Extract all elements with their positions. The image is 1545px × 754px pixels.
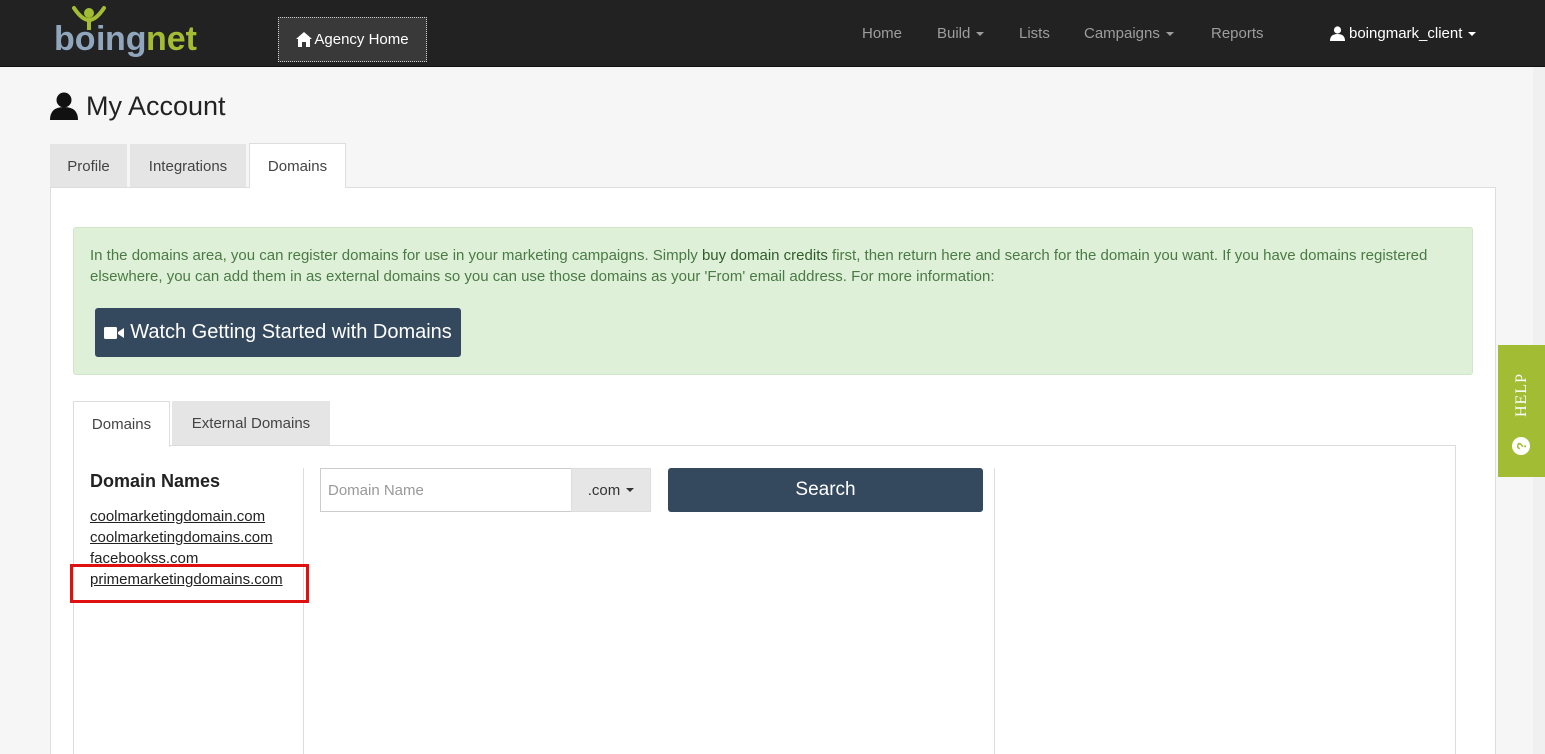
svg-text:ng: ng [105, 20, 147, 58]
alert-text-start: In the domains area, you can register do… [90, 247, 702, 264]
caret-down-icon [1468, 31, 1477, 36]
buy-domain-credits-link[interactable]: buy domain credits [702, 247, 828, 264]
tab-integrations[interactable]: Integrations [130, 144, 246, 188]
tab-profile[interactable]: Profile [50, 144, 127, 188]
help-label: HELP [1513, 373, 1530, 417]
user-icon [50, 92, 78, 120]
nav-build-label: Build [937, 25, 971, 42]
tab-domains[interactable]: Domains [249, 143, 346, 188]
svg-text:bo: bo [54, 20, 96, 58]
svg-text:net: net [146, 20, 197, 58]
agency-home-label: Agency Home [314, 31, 409, 48]
tab-domains-label: Domains [267, 157, 328, 175]
tld-dropdown[interactable]: .com [571, 468, 651, 512]
nav-reports-label: Reports [1211, 25, 1264, 42]
nav-lists-label: Lists [1019, 25, 1050, 42]
user-name: boingmark_client [1349, 25, 1463, 42]
user-icon [1330, 26, 1345, 41]
tab-external-domains-label: External Domains [191, 415, 311, 432]
tab-external-domains[interactable]: External Domains [172, 401, 330, 446]
agency-home-button[interactable]: Agency Home [278, 17, 427, 62]
highlight-annotation-box [70, 564, 309, 603]
domain-link[interactable]: coolmarketingdomain.com [90, 508, 265, 525]
nav-campaigns-label: Campaigns [1084, 25, 1160, 42]
search-button[interactable]: Search [668, 468, 983, 512]
caret-down-icon [1165, 31, 1174, 36]
question-icon: ? [1512, 437, 1530, 455]
boingnet-logo[interactable]: bo i ng net [52, 4, 204, 62]
domains-info-alert: In the domains area, you can register do… [73, 227, 1473, 375]
nav-build[interactable]: Build [937, 0, 985, 67]
domain-name-input[interactable] [320, 468, 572, 512]
help-side-tab[interactable]: HELP ? [1498, 345, 1545, 477]
home-icon [296, 32, 313, 47]
nav-home-label: Home [862, 25, 903, 42]
tab-domains-inner[interactable]: Domains [73, 401, 170, 447]
tld-selected-value: .com [587, 481, 621, 499]
column-divider [994, 468, 995, 754]
nav-reports[interactable]: Reports [1211, 0, 1264, 67]
domain-names-heading: Domain Names [90, 471, 221, 491]
nav-home[interactable]: Home [862, 0, 902, 67]
search-button-label: Search [795, 479, 856, 500]
video-camera-icon [104, 326, 125, 339]
nav-lists[interactable]: Lists [1019, 0, 1050, 67]
watch-button-label: Watch Getting Started with Domains [130, 321, 452, 343]
caret-down-icon [976, 31, 985, 36]
page-title-text: My Account [86, 90, 226, 121]
tab-domains-inner-label: Domains [91, 416, 152, 433]
user-menu[interactable]: boingmark_client [1330, 0, 1477, 67]
tab-integrations-label: Integrations [148, 157, 228, 175]
alert-message: In the domains area, you can register do… [90, 245, 1430, 287]
caret-down-icon [626, 488, 635, 492]
nav-campaigns[interactable]: Campaigns [1084, 0, 1174, 67]
tab-profile-label: Profile [67, 157, 110, 175]
column-divider [303, 468, 304, 754]
page-title: My Account [50, 86, 226, 126]
domain-link[interactable]: coolmarketingdomains.com [90, 529, 273, 546]
watch-getting-started-button[interactable]: Watch Getting Started with Domains [95, 308, 461, 357]
top-navbar: bo i ng net Agency Home Home Build Lists… [0, 0, 1545, 67]
